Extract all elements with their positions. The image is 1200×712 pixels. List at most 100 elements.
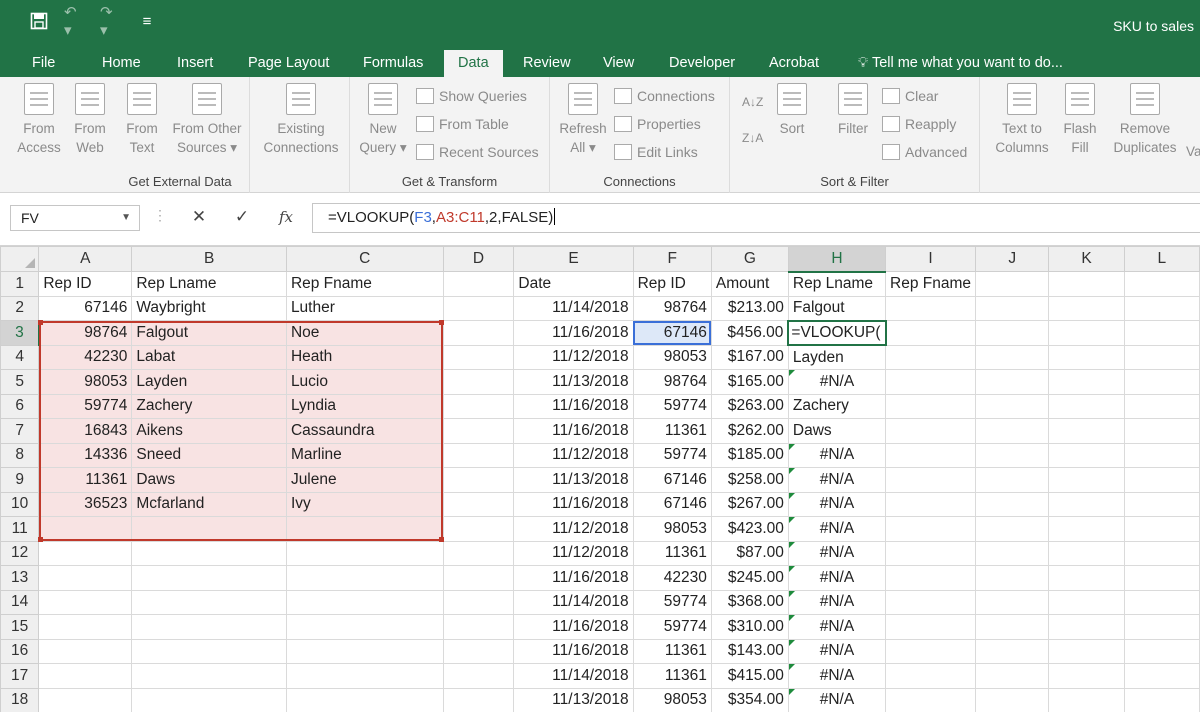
cell-j10[interactable]: [975, 491, 1050, 517]
cell-f15[interactable]: 59774: [632, 614, 712, 640]
cell-a5[interactable]: 98053: [38, 369, 133, 395]
connections-button[interactable]: Connections: [614, 85, 715, 107]
cell-i5[interactable]: [885, 369, 977, 395]
cell-e3[interactable]: 11/16/2018: [513, 320, 634, 346]
cell-g11[interactable]: $423.00: [710, 516, 789, 542]
cell-k13[interactable]: [1048, 565, 1125, 591]
cell-a2[interactable]: 67146: [38, 295, 133, 321]
cell-k10[interactable]: [1048, 491, 1125, 517]
insert-function-button[interactable]: fx: [273, 204, 299, 230]
column-header-k[interactable]: K: [1048, 246, 1125, 272]
cell-k17[interactable]: [1048, 663, 1125, 689]
cell-h6[interactable]: Zachery: [787, 393, 887, 419]
row-header[interactable]: 3: [0, 320, 40, 346]
cell-j17[interactable]: [975, 663, 1050, 689]
cell-l5[interactable]: [1123, 369, 1200, 395]
column-header-f[interactable]: F: [632, 246, 712, 272]
column-header-e[interactable]: E: [513, 246, 634, 272]
cell-a9[interactable]: 11361: [38, 467, 133, 493]
cell-d1[interactable]: [442, 271, 515, 297]
cell-e11[interactable]: 11/12/2018: [513, 516, 634, 542]
cell-l12[interactable]: [1123, 540, 1200, 566]
cell-g9[interactable]: $258.00: [710, 467, 789, 493]
row-header[interactable]: 17: [0, 663, 40, 689]
clear-button[interactable]: Clear: [882, 85, 938, 107]
tab-acrobat[interactable]: Acrobat: [759, 50, 829, 77]
cell-g2[interactable]: $213.00: [710, 295, 789, 321]
tab-insert[interactable]: Insert: [167, 50, 223, 77]
cell-f16[interactable]: 11361: [632, 638, 712, 664]
cell-c11[interactable]: [285, 516, 444, 542]
cell-i18[interactable]: [885, 687, 977, 712]
cell-e17[interactable]: 11/14/2018: [513, 663, 634, 689]
cell-f2[interactable]: 98764: [632, 295, 712, 321]
cell-a14[interactable]: [38, 589, 133, 615]
cell-b14[interactable]: [131, 589, 287, 615]
cell-a1[interactable]: Rep ID: [38, 271, 133, 297]
cell-b9[interactable]: Daws: [131, 467, 287, 493]
filter-button[interactable]: Filter: [830, 83, 876, 138]
cell-f8[interactable]: 59774: [632, 442, 712, 468]
column-header-c[interactable]: C: [285, 246, 444, 272]
column-header-b[interactable]: B: [131, 246, 287, 272]
cell-g8[interactable]: $185.00: [710, 442, 789, 468]
row-header[interactable]: 6: [0, 393, 40, 419]
cell-f9[interactable]: 67146: [632, 467, 712, 493]
cell-h10[interactable]: #N/A: [787, 491, 887, 517]
cell-a8[interactable]: 14336: [38, 442, 133, 468]
cell-j12[interactable]: [975, 540, 1050, 566]
cell-h14[interactable]: #N/A: [787, 589, 887, 615]
cell-a12[interactable]: [38, 540, 133, 566]
cell-d13[interactable]: [442, 565, 515, 591]
column-header-h[interactable]: H: [787, 246, 887, 273]
cell-i16[interactable]: [885, 638, 977, 664]
cell-h11[interactable]: #N/A: [787, 516, 887, 542]
cell-j13[interactable]: [975, 565, 1050, 591]
row-header[interactable]: 12: [0, 540, 40, 566]
tab-home[interactable]: Home: [92, 50, 151, 77]
cell-h9[interactable]: #N/A: [787, 467, 887, 493]
cell-c6[interactable]: Lyndia: [285, 393, 444, 419]
cell-d11[interactable]: [442, 516, 515, 542]
cell-l2[interactable]: [1123, 295, 1200, 321]
sort-za-button[interactable]: Z↓A: [742, 127, 763, 149]
cell-l6[interactable]: [1123, 393, 1200, 419]
cell-c7[interactable]: Cassaundra: [285, 418, 444, 444]
cell-g17[interactable]: $415.00: [710, 663, 789, 689]
confirm-entry-button[interactable]: ✓: [229, 204, 255, 230]
cell-b11[interactable]: [131, 516, 287, 542]
cell-b4[interactable]: Labat: [131, 344, 287, 370]
cell-l4[interactable]: [1123, 344, 1200, 370]
cell-g10[interactable]: $267.00: [710, 491, 789, 517]
cell-g12[interactable]: $87.00: [710, 540, 789, 566]
cell-b17[interactable]: [131, 663, 287, 689]
cell-j9[interactable]: [975, 467, 1050, 493]
from-text-button[interactable]: From Text: [120, 83, 164, 157]
from-other-sources-button[interactable]: From Other Sources ▾: [166, 83, 248, 157]
cell-c2[interactable]: Luther: [285, 295, 444, 321]
cell-b6[interactable]: Zachery: [131, 393, 287, 419]
cell-l18[interactable]: [1123, 687, 1200, 712]
cell-c3[interactable]: Noe: [285, 320, 444, 346]
cell-j18[interactable]: [975, 687, 1050, 712]
cell-c9[interactable]: Julene: [285, 467, 444, 493]
select-all-corner[interactable]: [0, 246, 40, 272]
cell-h1[interactable]: Rep Lname: [787, 271, 887, 297]
cell-e6[interactable]: 11/16/2018: [513, 393, 634, 419]
cell-e8[interactable]: 11/12/2018: [513, 442, 634, 468]
cell-i8[interactable]: [885, 442, 977, 468]
cell-e13[interactable]: 11/16/2018: [513, 565, 634, 591]
cell-f1[interactable]: Rep ID: [632, 271, 712, 297]
row-header[interactable]: 8: [0, 442, 40, 468]
cell-c16[interactable]: [285, 638, 444, 664]
cell-l10[interactable]: [1123, 491, 1200, 517]
cell-i3[interactable]: [885, 320, 977, 346]
cell-k15[interactable]: [1048, 614, 1125, 640]
cell-c13[interactable]: [285, 565, 444, 591]
cell-e9[interactable]: 11/13/2018: [513, 467, 634, 493]
cell-f17[interactable]: 11361: [632, 663, 712, 689]
refresh-all-button[interactable]: Refresh All ▾: [556, 83, 610, 157]
cell-e2[interactable]: 11/14/2018: [513, 295, 634, 321]
cell-g4[interactable]: $167.00: [710, 344, 789, 370]
cell-c4[interactable]: Heath: [285, 344, 444, 370]
